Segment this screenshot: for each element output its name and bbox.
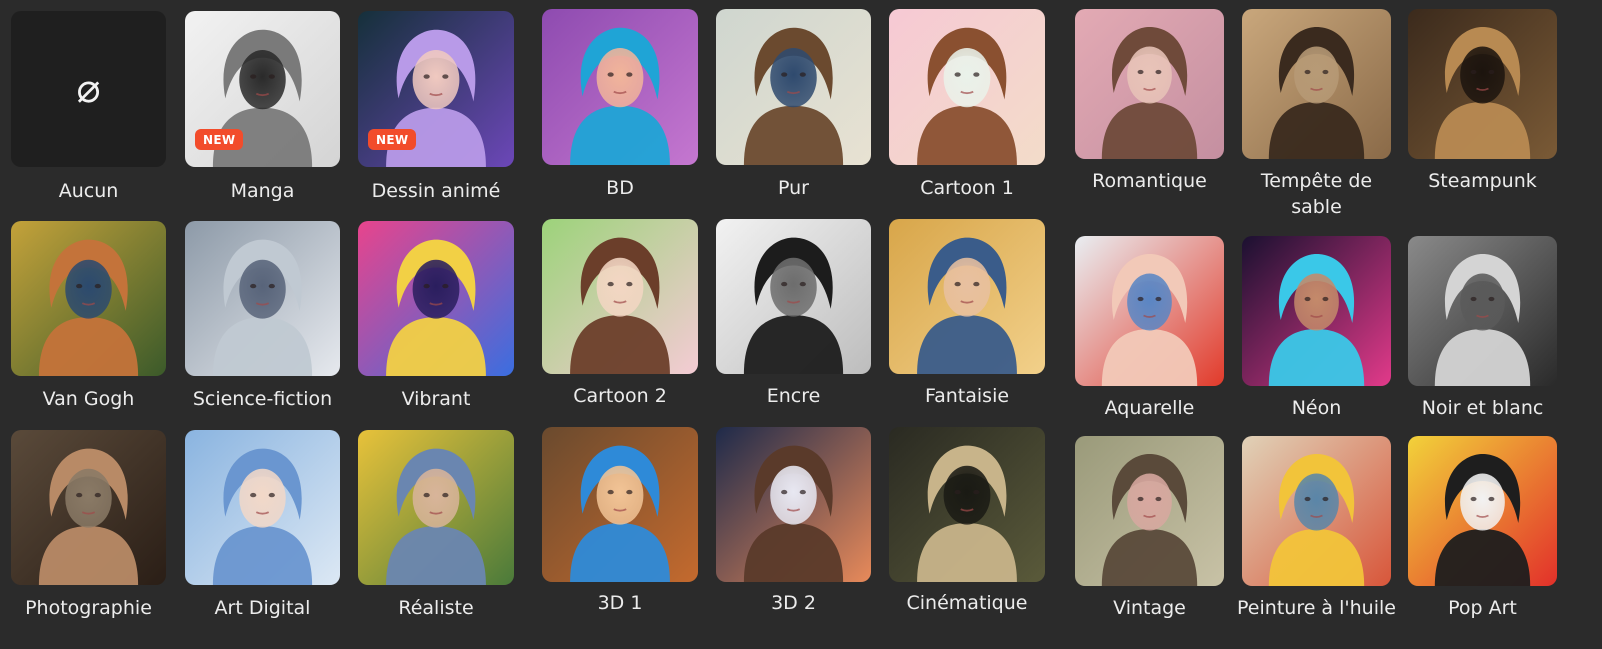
style-label: Science-fiction [192,388,333,410]
van-gogh-thumbnail[interactable] [11,221,166,376]
style-option-digital-art[interactable]: Art Digital [185,430,340,649]
style-option-sandstorm[interactable]: Tempête de sable [1242,9,1391,222]
style-option-none[interactable]: ⌀ Aucun [11,11,166,232]
neon-thumbnail[interactable] [1242,236,1391,386]
watercolor-thumbnail[interactable] [1075,236,1224,386]
style-option-ink[interactable]: Encre [716,219,871,437]
scifi-thumbnail[interactable] [185,221,340,376]
style-grid: ⌀ Aucun NEW Manga NEW Dessin animé BD Pu… [0,0,1602,642]
photography-thumbnail[interactable] [11,430,166,585]
style-option-neon[interactable]: Néon [1242,236,1391,449]
style-option-comic[interactable]: BD [542,9,698,229]
style-option-vibrant[interactable]: Vibrant [358,221,514,440]
3d1-thumbnail[interactable] [542,427,698,582]
style-label: Romantique [1092,170,1207,192]
style-label: Peinture à l'huile [1237,597,1396,619]
style-option-3d1[interactable]: 3D 1 [542,427,698,644]
style-option-romantic[interactable]: Romantique [1075,9,1224,222]
fantasy-thumbnail[interactable] [889,219,1045,374]
oil-painting-thumbnail[interactable] [1242,436,1391,586]
style-label: BD [606,177,634,199]
style-option-steampunk[interactable]: Steampunk [1408,9,1557,222]
style-option-manga-portrait[interactable]: NEW Manga [185,11,340,232]
vibrant-thumbnail[interactable] [358,221,514,376]
style-option-cartoon-drawing[interactable]: NEW Dessin animé [358,11,514,232]
none-icon[interactable]: ⌀ [11,11,166,167]
vintage-thumbnail[interactable] [1075,436,1224,586]
style-label: Vibrant [401,388,471,410]
style-label: 3D 2 [771,592,816,614]
style-option-vintage[interactable]: Vintage [1075,436,1224,649]
style-option-pop-art[interactable]: Pop Art [1408,436,1557,649]
style-option-cartoon2[interactable]: Cartoon 2 [542,219,698,437]
steampunk-thumbnail[interactable] [1408,9,1557,159]
style-label: Fantaisie [924,385,1010,407]
style-label: Encre [766,385,821,407]
black-white-thumbnail[interactable] [1408,236,1557,386]
style-label: Tempête de sable [1260,170,1373,218]
new-badge: NEW [195,129,244,150]
style-option-black-white[interactable]: Noir et blanc [1408,236,1557,449]
cartoon-drawing-thumbnail[interactable]: NEW [358,11,514,167]
manga-portrait-thumbnail[interactable]: NEW [185,11,340,167]
new-badge: NEW [368,129,417,150]
style-label: Manga [230,180,295,202]
style-option-3d2[interactable]: 3D 2 [716,427,871,644]
style-label: Noir et blanc [1421,397,1544,419]
comic-thumbnail[interactable] [542,9,698,165]
style-option-realistic[interactable]: Réaliste [358,430,514,649]
style-option-watercolor[interactable]: Aquarelle [1075,236,1224,449]
cinematic-thumbnail[interactable] [889,427,1045,582]
style-label: Cartoon 1 [920,177,1014,199]
style-label: Van Gogh [42,388,135,410]
digital-art-thumbnail[interactable] [185,430,340,585]
none-icon: ⌀ [76,66,101,112]
style-label: Réaliste [398,597,474,619]
style-label: Pur [778,177,809,199]
style-label: 3D 1 [597,592,643,614]
style-label: Aquarelle [1104,397,1195,419]
style-option-pure-photo[interactable]: Pur [716,9,871,229]
pure-photo-thumbnail[interactable] [716,9,871,165]
realistic-thumbnail[interactable] [358,430,514,585]
style-label: Vintage [1113,597,1186,619]
style-label: Néon [1291,397,1342,419]
style-option-scifi[interactable]: Science-fiction [185,221,340,440]
style-option-fantasy[interactable]: Fantaisie [889,219,1045,437]
style-label: Photographie [25,597,152,619]
cartoon2-thumbnail[interactable] [542,219,698,374]
style-label: Cinématique [906,592,1028,614]
style-label: Aucun [58,180,119,202]
style-label: Cartoon 2 [573,385,667,407]
romantic-thumbnail[interactable] [1075,9,1224,159]
sandstorm-thumbnail[interactable] [1242,9,1391,159]
ink-thumbnail[interactable] [716,219,871,374]
style-option-oil-painting[interactable]: Peinture à l'huile [1237,436,1396,649]
style-option-cartoon1[interactable]: Cartoon 1 [889,9,1045,229]
cartoon1-thumbnail[interactable] [889,9,1045,165]
style-label: Dessin animé [371,180,501,202]
style-option-cinematic[interactable]: Cinématique [889,427,1045,644]
style-label: Art Digital [214,597,311,619]
style-option-van-gogh[interactable]: Van Gogh [11,221,166,440]
style-option-photography[interactable]: Photographie [11,430,166,649]
style-label: Pop Art [1448,597,1517,619]
3d2-thumbnail[interactable] [716,427,871,582]
style-label: Steampunk [1428,170,1537,192]
pop-art-thumbnail[interactable] [1408,436,1557,586]
